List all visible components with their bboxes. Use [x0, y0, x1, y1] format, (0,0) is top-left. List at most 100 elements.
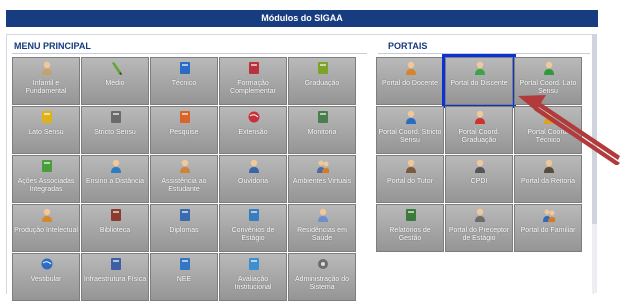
books-icon [318, 62, 328, 74]
menu-principal-divider [12, 53, 367, 54]
portais-tile[interactable]: Portal do Tutor [376, 155, 444, 203]
annotation-arrow [518, 95, 620, 165]
portais-tile-label: Portal do Familiar [520, 227, 576, 234]
menu_principal-tile[interactable]: Assistência ao Estudante [150, 155, 218, 203]
menu_principal-tile[interactable]: Avaliação Institucional [219, 253, 287, 301]
menu_principal-tile[interactable]: Administração do Sistema [288, 253, 356, 301]
tutor-icon [406, 159, 416, 173]
menu_principal-tile-label: Técnico [171, 80, 197, 87]
menu_principal-tile-label: Monitoria [307, 129, 337, 136]
portais-tile[interactable]: Portal do Preceptor de Estágio [445, 204, 513, 252]
menu_principal-tile[interactable]: Infraestrutura Física [81, 253, 149, 301]
checklist-icon [249, 258, 259, 270]
menu_principal-tile[interactable]: Stricto Sensu [81, 106, 149, 154]
menu_principal-tile-label: Formação Complementar [230, 80, 276, 95]
menu_principal-tile[interactable]: Infantil e Fundamental [12, 57, 80, 105]
binder-icon [111, 111, 121, 123]
gear-icon [318, 259, 328, 269]
menu_principal-tile[interactable]: Produção Intelectual [12, 204, 80, 252]
menu_principal-tile-label: Infraestrutura Física [83, 276, 147, 283]
preceptor-icon [475, 208, 485, 222]
user-icon [406, 110, 416, 124]
menu_principal-tile[interactable]: NEE [150, 253, 218, 301]
menu_principal-tile-label: Ouvidoria [238, 178, 268, 185]
user-icon [544, 61, 554, 75]
swirl-icon [41, 258, 53, 270]
menu_principal-tile-label: Médio [105, 80, 125, 87]
menu_principal-tile[interactable]: Ações Associadas Integradas [12, 155, 80, 203]
menu_principal-tile-label: Diplomas [169, 227, 199, 234]
report-icon [406, 209, 416, 221]
user-icon [475, 110, 485, 124]
menu_principal-tile-label: Produção Intelectual [14, 227, 78, 234]
book-icon [180, 62, 190, 74]
menu_principal-tile-label: Avaliação Institucional [234, 276, 272, 291]
menu_principal-tile[interactable]: Graduação [288, 57, 356, 105]
menu_principal-tile[interactable]: Técnico [150, 57, 218, 105]
menu_principal-tile-label: Ambientes Virtuais [292, 178, 352, 185]
portais-tile[interactable]: Relatórios de Gestão [376, 204, 444, 252]
menu_principal-tile[interactable]: Monitoria [288, 106, 356, 154]
user-tie-icon [475, 159, 485, 173]
portais-tile[interactable]: Portal Coord. Stricto Sensu [376, 106, 444, 154]
portais-tile-label: CPDI [470, 178, 488, 185]
doctor-icon [318, 208, 328, 222]
people-icon [317, 160, 329, 173]
teacher-icon [406, 61, 416, 75]
student-icon [180, 159, 190, 173]
menu_principal-tile[interactable]: Ensino a Distância [81, 155, 149, 203]
menu_principal-tile[interactable]: Lato Sensu [12, 106, 80, 154]
menu_principal-tile-label: Biblioteca [99, 227, 131, 234]
menu_principal-tile[interactable]: Diplomas [150, 204, 218, 252]
folder-icon [42, 111, 52, 123]
ombudsman-icon [249, 159, 259, 173]
menu_principal-tile[interactable]: Residências em Saúde [288, 204, 356, 252]
student-icon [475, 61, 485, 75]
menu_principal-tile-label: Ações Associadas Integradas [17, 178, 75, 193]
diploma-icon [180, 209, 190, 221]
portais-tile-label: Portal do Docente [381, 80, 439, 87]
menu_principal-tile[interactable]: Biblioteca [81, 204, 149, 252]
menu_principal-tile-label: Administração do Sistema [294, 276, 350, 291]
clipboard-icon [318, 111, 328, 123]
menu_principal-tile-label: Vestibular [30, 276, 62, 283]
menu_principal-tile[interactable]: Extensão [219, 106, 287, 154]
puzzle-icon [42, 160, 52, 172]
menu_principal-tile[interactable]: Vestibular [12, 253, 80, 301]
menu_principal-tile-label: NEE [176, 276, 192, 283]
wheelchair-icon [180, 258, 190, 270]
portais-divider [378, 53, 590, 54]
family-icon [543, 209, 555, 222]
building-icon [111, 258, 121, 270]
book-icon [249, 62, 259, 74]
menu_principal-tile-label: Assistência ao Estudante [161, 178, 207, 193]
menu_principal-tile-label: Convênios de Estágio [231, 227, 275, 242]
user-edit-icon [42, 208, 52, 222]
menu_principal-tile-label: Residências em Saúde [297, 227, 347, 242]
menu_principal-tile[interactable]: Ambientes Virtuais [288, 155, 356, 203]
portais-tile-label: Relatórios de Gestão [389, 227, 431, 242]
menu_principal-tile[interactable]: Médio [81, 57, 149, 105]
portais-tile[interactable]: Portal do Docente [376, 57, 444, 105]
portais-tile-label: Portal Coord. Stricto Sensu [378, 129, 442, 144]
menu_principal-tile-label: Lato Sensu [28, 129, 64, 136]
menu_principal-tile[interactable]: Convênios de Estágio [219, 204, 287, 252]
child-icon [42, 61, 52, 75]
menu_principal-tile-label: Ensino a Distância [86, 178, 144, 185]
menu_principal-tile[interactable]: Formação Complementar [219, 57, 287, 105]
portais-tile-label: Portal da Reitoria [520, 178, 576, 185]
globe-icon [248, 111, 260, 123]
menu_principal-tile-label: Stricto Sensu [94, 129, 136, 136]
menu_principal-tile[interactable]: Pesquise [150, 106, 218, 154]
modules-header: Módulos do SIGAA [6, 10, 598, 27]
menu_principal-tile-label: Graduação [304, 80, 340, 87]
menu_principal-tile-label: Extensão [238, 129, 268, 136]
book-open-icon [111, 209, 121, 221]
portais-tile-label: Portal do Preceptor de Estágio [448, 227, 510, 242]
portais-tile[interactable]: Portal do Familiar [514, 204, 582, 252]
menu_principal-tile-label: Pesquise [169, 129, 199, 136]
globe-user-icon [111, 159, 121, 173]
menu-principal-title: MENU PRINCIPAL [14, 41, 91, 51]
portais-title: PORTAIS [388, 41, 428, 51]
menu_principal-tile[interactable]: Ouvidoria [219, 155, 287, 203]
